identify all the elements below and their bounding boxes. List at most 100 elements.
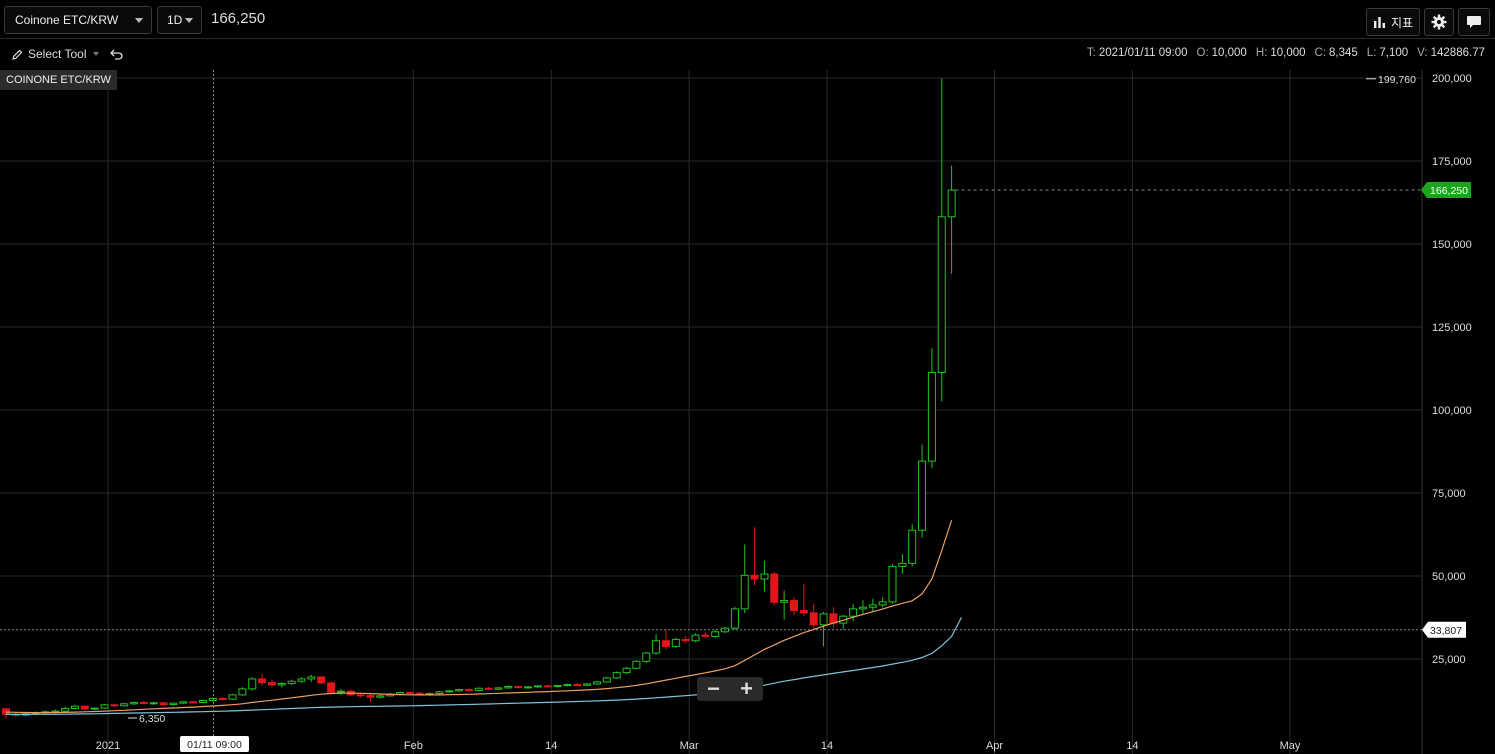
candle-body	[701, 634, 710, 637]
interval-selector[interactable]: 1D	[157, 6, 202, 34]
candle-body	[317, 676, 326, 684]
time-axis-label: 2021	[96, 740, 120, 752]
candle-body	[100, 704, 109, 709]
candle-body	[947, 189, 956, 218]
candle-body	[267, 682, 276, 686]
candle-body	[514, 686, 523, 689]
current-price-label: 166,250	[1430, 185, 1468, 197]
candle-body	[179, 701, 188, 704]
candle-body	[583, 683, 592, 686]
candle-body	[80, 705, 89, 710]
bar-chart-icon	[1373, 17, 1385, 28]
candle-body	[366, 695, 375, 698]
candle-body	[799, 610, 808, 614]
select-tool-button[interactable]: Select Tool	[12, 47, 124, 61]
candle-body	[327, 682, 336, 693]
zoom-out-button[interactable]: −	[707, 676, 720, 702]
candle-body	[70, 705, 79, 709]
candle-body	[681, 638, 690, 642]
candle-body	[632, 660, 641, 669]
price-axis-label: 75,000	[1432, 488, 1466, 500]
candle-body	[455, 689, 464, 692]
candle-body	[849, 608, 858, 617]
settings-button[interactable]	[1424, 8, 1454, 36]
moving-averages	[5, 520, 962, 715]
candle-body	[868, 604, 877, 608]
time-axis-label: 14	[821, 740, 833, 752]
candle-body	[307, 676, 316, 680]
candle-body	[691, 634, 700, 642]
candle-body	[110, 704, 119, 707]
price-axis-label: 175,000	[1432, 156, 1472, 168]
select-tool-label: Select Tool	[28, 47, 87, 61]
candle-body	[612, 672, 621, 679]
candle-body	[149, 702, 158, 705]
candle-body	[199, 700, 207, 703]
candle-body	[474, 687, 483, 692]
candle-body	[504, 686, 513, 689]
overlay: 01/11 09:00 33,807 166,250 199,760 6,350	[0, 70, 1471, 754]
crosshair-price-label: 33,807	[1430, 625, 1462, 637]
zoom-controls: − +	[697, 676, 763, 702]
candle-body	[2, 708, 10, 715]
candle-body	[159, 702, 168, 705]
candle-body	[652, 640, 661, 654]
price-chart[interactable]: 200,000 175,000 150,000 125,000 100,000 75,00…	[0, 0, 1495, 754]
candle-body	[405, 692, 414, 695]
candle-body	[593, 681, 601, 685]
candle-body	[543, 685, 552, 688]
candle-body	[770, 573, 779, 603]
candle-body	[740, 574, 749, 610]
candle-body	[622, 667, 631, 674]
candle-body	[790, 600, 798, 612]
axes: 200,000 175,000 150,000 125,000 100,000 75,00…	[96, 73, 1472, 752]
candle-body	[464, 689, 473, 692]
candle-body	[61, 707, 70, 712]
price-axis-label: 125,000	[1432, 322, 1472, 334]
candle-body	[238, 688, 247, 696]
candle-body	[139, 701, 148, 704]
gear-icon	[1431, 14, 1447, 30]
max-price-label: 199,760	[1378, 74, 1416, 86]
ohlc-low: L: 7,100	[1366, 47, 1409, 59]
chat-button[interactable]	[1458, 8, 1490, 36]
pencil-icon	[12, 49, 23, 60]
ohlc-close: C: 8,345	[1314, 47, 1358, 59]
ohlc-time: T: 2021/01/11 09:00	[1086, 47, 1188, 59]
candle-body	[297, 678, 306, 682]
candle-body	[484, 687, 493, 690]
ohlc-open: O: 10,000	[1196, 47, 1247, 59]
zoom-in-button[interactable]: +	[740, 676, 753, 702]
time-axis-label: 14	[545, 740, 557, 752]
candle-body	[642, 652, 651, 662]
candle-body	[878, 601, 887, 606]
chevron-down-icon	[135, 18, 143, 23]
candle-body	[258, 678, 267, 684]
time-axis-label: May	[1280, 740, 1301, 752]
candle-body	[524, 686, 533, 689]
symbol-selector[interactable]: Coinone ETC/KRW	[4, 6, 152, 34]
chevron-down-icon	[185, 18, 193, 23]
candle-body	[602, 677, 611, 683]
undo-icon[interactable]	[110, 48, 124, 60]
indicators-button[interactable]: 지표	[1366, 8, 1420, 36]
indicators-label: 지표	[1390, 15, 1414, 30]
candles	[2, 78, 956, 719]
time-axis-label: Apr	[986, 740, 1003, 752]
candle-body	[287, 680, 296, 685]
candle-body	[189, 701, 198, 704]
candle-body	[356, 694, 365, 697]
candle-body	[376, 695, 385, 698]
ma-long-line	[6, 617, 962, 715]
candle-body	[553, 685, 562, 688]
min-price-label: 6,350	[139, 713, 165, 725]
candle-body	[671, 638, 680, 647]
price-axis-label: 150,000	[1432, 239, 1472, 251]
candle-body	[435, 691, 444, 695]
candle-body	[248, 678, 257, 690]
candle-body	[120, 703, 129, 707]
candle-body	[208, 698, 217, 701]
chat-icon	[1467, 15, 1481, 28]
candle-body	[169, 702, 178, 705]
candle-body	[937, 216, 946, 373]
